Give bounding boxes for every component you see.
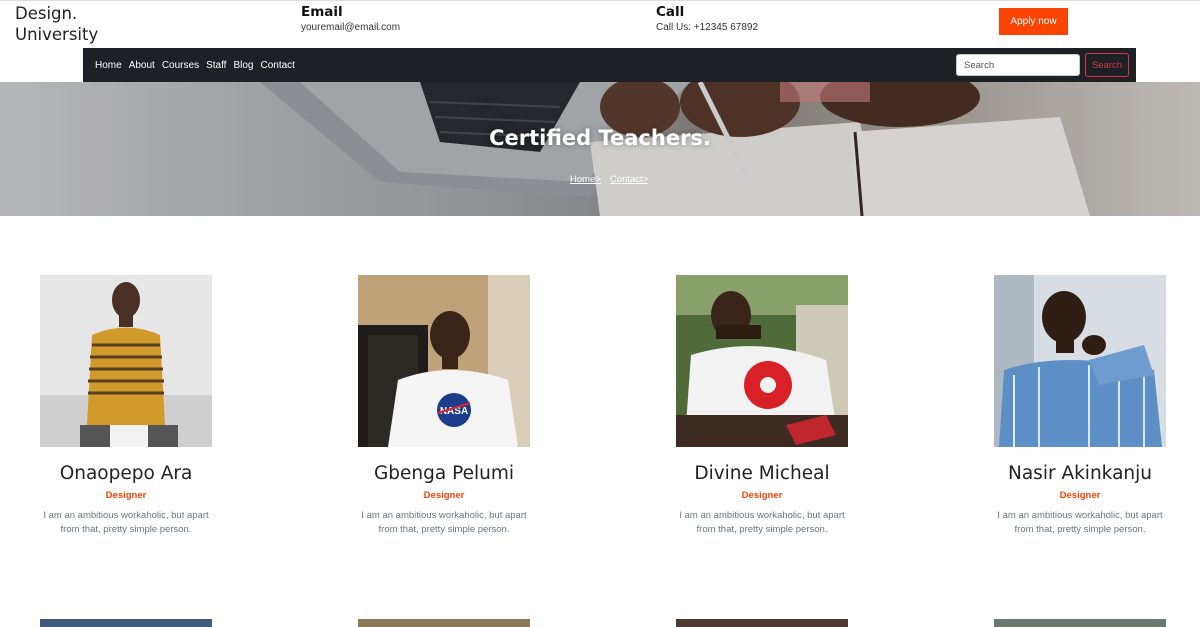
top-header: Design. University Email youremail@email… — [0, 0, 1200, 48]
teacher-name: Onaopepo Ara — [59, 463, 193, 484]
teacher-photo-peek — [358, 619, 530, 627]
call-info: Call Call Us: +12345 67892 — [656, 4, 758, 34]
teacher-name: Nasir Akinkanju — [1008, 463, 1152, 484]
teacher-bio: I am an ambitious workaholic, but apart … — [679, 510, 845, 535]
hero-banner: Certified Teachers. Home> Contact> — [0, 82, 1200, 216]
breadcrumb: Home> Contact> — [570, 174, 648, 185]
search-button[interactable]: Search — [1085, 53, 1129, 77]
nav-link-staff[interactable]: Staff — [206, 60, 226, 71]
teacher-role: Designer — [105, 490, 147, 501]
nav-link-home[interactable]: Home — [95, 60, 122, 71]
nav-link-courses[interactable]: Courses — [162, 60, 199, 71]
nav-link-about[interactable]: About — [129, 60, 155, 71]
email-label: Email — [301, 4, 343, 20]
teacher-photo: NASA — [358, 275, 530, 447]
teacher-photo-peek — [40, 619, 212, 627]
teacher-bio: I am an ambitious workaholic, but apart … — [997, 510, 1163, 535]
nav-link-blog[interactable]: Blog — [233, 60, 253, 71]
teacher-name: Gbenga Pelumi — [373, 463, 515, 484]
apply-now-button[interactable]: Apply now — [999, 8, 1068, 35]
teacher-role: Designer — [1059, 490, 1101, 501]
teacher-role: Designer — [423, 490, 465, 501]
teacher-photo-peek — [676, 619, 848, 627]
teacher-photo — [40, 275, 212, 447]
call-label: Call — [656, 4, 685, 20]
breadcrumb-home[interactable]: Home> — [570, 174, 601, 185]
teacher-photo-peek — [994, 619, 1166, 627]
brand-line-2: University — [15, 25, 99, 44]
email-info: Email youremail@email.com — [301, 4, 400, 34]
teacher-bio: I am an ambitious workaholic, but apart … — [361, 510, 527, 535]
teacher-role: Designer — [741, 490, 783, 501]
teacher-card: Nasir Akinkanju Designer I am an ambitio… — [969, 275, 1191, 537]
breadcrumb-contact[interactable]: Contact> — [610, 174, 648, 185]
site-logo[interactable]: Design. University — [15, 3, 98, 45]
nav-link-contact[interactable]: Contact — [260, 60, 294, 71]
teacher-photo — [676, 275, 848, 447]
search-input[interactable] — [956, 54, 1080, 76]
main-navbar: Home About Courses Staff Blog Contact Se… — [83, 48, 1136, 82]
teacher-photo — [994, 275, 1166, 447]
nav-links: Home About Courses Staff Blog Contact — [95, 48, 295, 82]
teacher-bio: I am an ambitious workaholic, but apart … — [43, 510, 209, 535]
page-title: Certified Teachers. — [489, 126, 711, 150]
brand-line-1: Design. — [15, 4, 78, 23]
teacher-card: Divine Micheal Designer I am an ambitiou… — [651, 275, 873, 537]
teacher-card: NASA Gbenga Pelumi Designer I am an ambi… — [333, 275, 555, 537]
call-value: Call Us: +12345 67892 — [656, 22, 759, 33]
teacher-card: Onaopepo Ara Designer I am an ambitious … — [15, 275, 237, 537]
teacher-name: Divine Micheal — [694, 463, 830, 484]
email-value: youremail@email.com — [301, 22, 401, 33]
